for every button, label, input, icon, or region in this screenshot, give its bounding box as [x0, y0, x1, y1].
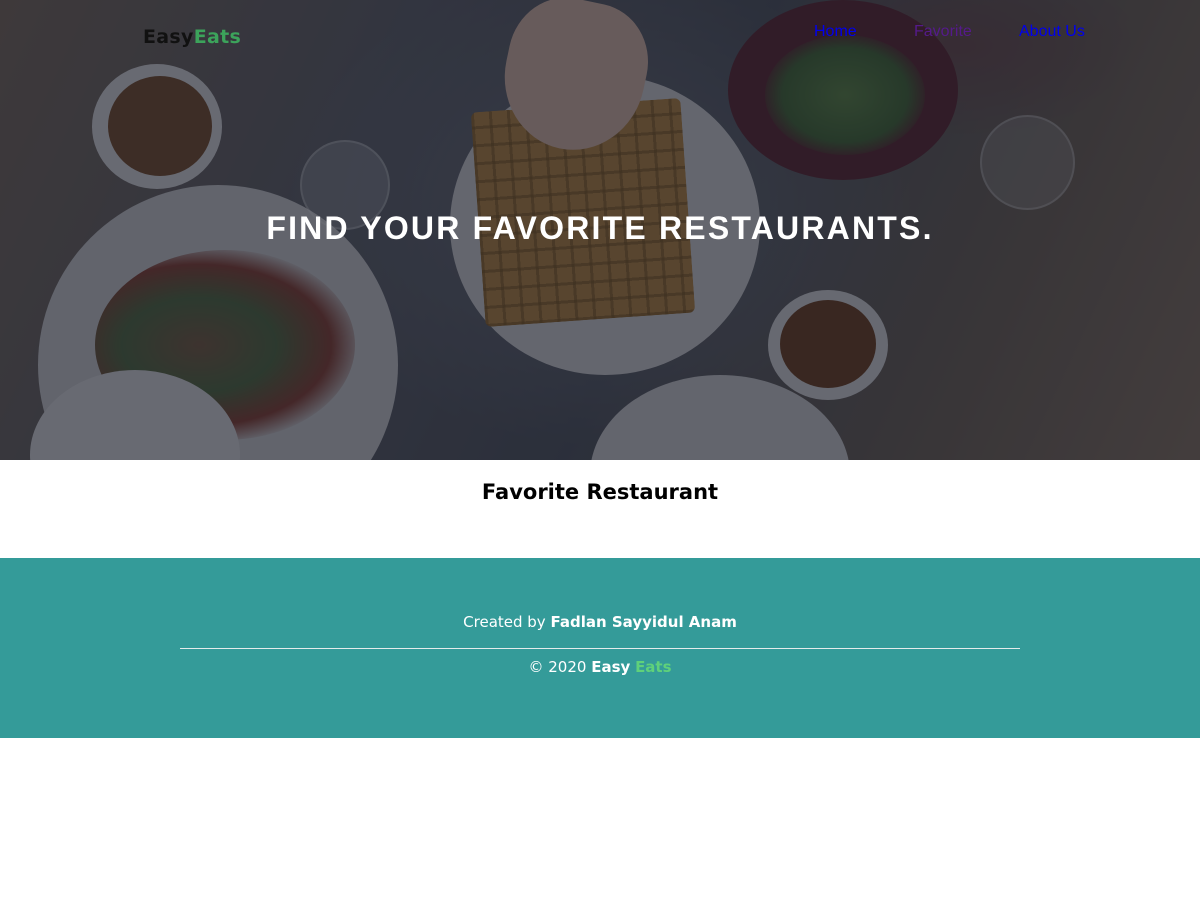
footer-credit: Created by Fadlan Sayyidul Anam — [0, 613, 1200, 631]
nav-link-home[interactable]: Home — [814, 22, 857, 42]
footer-credit-prefix: Created by — [463, 613, 546, 631]
hero-section: EasyEats Home Favorite About Us FIND YOU… — [0, 0, 1200, 460]
section-title: Favorite Restaurant — [481, 480, 719, 504]
footer-copyright-prefix: © 2020 — [528, 658, 587, 676]
main-content: Favorite Restaurant — [0, 460, 1200, 558]
footer-brand-eats: Eats — [635, 658, 672, 676]
site-footer: Created by Fadlan Sayyidul Anam © 2020 E… — [0, 558, 1200, 738]
footer-copyright: © 2020 Easy Eats — [0, 658, 1200, 676]
footer-brand-easy: Easy — [591, 658, 631, 676]
nav-link-about-us[interactable]: About Us — [1019, 22, 1085, 42]
top-navigation: EasyEats Home Favorite About Us — [0, 0, 1200, 70]
hero-title: FIND YOUR FAVORITE RESTAURANTS. — [266, 210, 934, 246]
footer-author: Fadlan Sayyidul Anam — [550, 613, 737, 631]
nav-links: Home Favorite About Us — [0, 22, 1200, 46]
nav-link-favorite[interactable]: Favorite — [914, 22, 972, 42]
footer-divider — [180, 648, 1020, 649]
